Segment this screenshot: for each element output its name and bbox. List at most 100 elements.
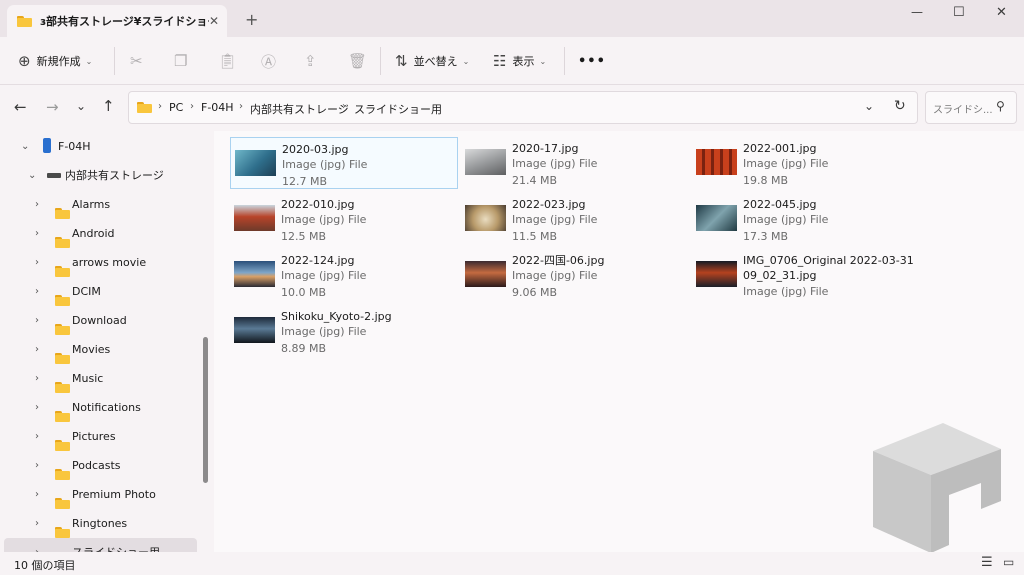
file-item[interactable]: 2022-010.jpg Image (jpg) File 12.5 MB <box>230 193 458 245</box>
copy-icon: ❐ <box>174 52 188 70</box>
image-thumbnail <box>696 261 737 287</box>
collapsed-chevron-icon[interactable]: › <box>35 373 39 384</box>
paste-button[interactable]: 📋︎ <box>218 37 237 85</box>
sidebar-item-folder[interactable]: › Alarms <box>4 190 197 219</box>
collapsed-chevron-icon[interactable]: › <box>35 402 39 413</box>
sidebar-item-folder[interactable]: › Download <box>4 306 197 335</box>
sidebar-item-label: Download <box>72 313 127 327</box>
collapsed-chevron-icon[interactable]: › <box>35 344 39 355</box>
sidebar-item-label: Pictures <box>72 429 116 443</box>
delete-button[interactable]: 🗑︎ <box>348 37 367 85</box>
file-item[interactable]: 2022-四国-06.jpg Image (jpg) File 9.06 MB <box>461 249 689 301</box>
sidebar-item-folder[interactable]: › Podcasts <box>4 451 197 480</box>
file-list: 2020-03.jpg Image (jpg) File 12.7 MB 202… <box>214 131 1024 553</box>
breadcrumb-slideshow-folder[interactable]: スライドショー用 <box>354 101 442 117</box>
address-bar[interactable]: › PC › F-04H › 内部共有ストレージ › スライドショー用 ⌄ ↻ <box>128 91 918 124</box>
title-bar: ɜ部共有ストレージ¥スライドショー用 ✕ + — ☐ ✕ <box>0 0 1024 37</box>
back-arrow-icon[interactable]: ← <box>14 100 27 115</box>
collapsed-chevron-icon[interactable]: › <box>35 489 39 500</box>
folder-icon <box>137 102 152 113</box>
sort-button[interactable]: ⇅ 並べ替え ⌄ <box>395 37 469 85</box>
status-bar: 10 個の項目 ☰ ▭ <box>0 552 1024 575</box>
view-button[interactable]: ☷ 表示 ⌄ <box>493 37 546 85</box>
sidebar-item-folder[interactable]: › arrows movie <box>4 248 197 277</box>
command-bar: ⊕ 新規作成 ⌄ ✂ ❐ 📋︎ Ⓐ ⇪ 🗑︎ ⇅ 並べ替え ⌄ ☷ 表示 ⌄ •… <box>0 37 1024 85</box>
sidebar-item-folder[interactable]: › Movies <box>4 335 197 364</box>
sidebar-item-folder[interactable]: › DCIM <box>4 277 197 306</box>
tab-close-icon[interactable]: ✕ <box>209 15 219 27</box>
file-size: 8.89 MB <box>281 342 327 355</box>
file-item[interactable]: 2022-001.jpg Image (jpg) File 19.8 MB <box>692 137 920 189</box>
details-view-icon[interactable]: ☰ <box>981 556 993 569</box>
search-icon[interactable]: ⚲ <box>996 100 1005 112</box>
maximize-button[interactable]: ☐ <box>953 6 965 19</box>
sidebar-item-folder[interactable]: › Ringtones <box>4 509 197 538</box>
recent-locations-chevron-icon[interactable]: ⌄ <box>76 100 86 112</box>
collapsed-chevron-icon[interactable]: › <box>35 460 39 471</box>
file-item[interactable]: 2020-17.jpg Image (jpg) File 21.4 MB <box>461 137 689 189</box>
forward-arrow-icon[interactable]: → <box>46 100 59 115</box>
file-name: 2022-045.jpg <box>743 198 817 211</box>
sidebar-item-label: DCIM <box>72 284 101 298</box>
file-type: Image (jpg) File <box>282 158 368 171</box>
address-history-chevron-icon[interactable]: ⌄ <box>864 100 874 112</box>
rename-button[interactable]: Ⓐ <box>261 37 276 85</box>
sidebar-item-folder[interactable]: › Premium Photo <box>4 480 197 509</box>
collapsed-chevron-icon[interactable]: › <box>35 228 39 239</box>
cut-button[interactable]: ✂ <box>130 37 143 85</box>
file-type: Image (jpg) File <box>743 213 829 226</box>
file-item[interactable]: Shikoku_Kyoto-2.jpg Image (jpg) File 8.8… <box>230 305 458 357</box>
toolbar-divider <box>114 47 115 75</box>
address-row: ← → ⌄ ↑ › PC › F-04H › 内部共有ストレージ › スライドシ… <box>0 85 1024 131</box>
breadcrumb-pc[interactable]: PC <box>169 101 183 114</box>
copy-button[interactable]: ❐ <box>174 37 187 85</box>
more-options-button[interactable]: ••• <box>578 37 606 85</box>
collapsed-chevron-icon[interactable]: › <box>35 286 39 297</box>
sidebar-scrollbar[interactable] <box>203 337 208 483</box>
file-name: 2020-03.jpg <box>282 143 349 156</box>
file-item[interactable]: 2020-03.jpg Image (jpg) File 12.7 MB <box>230 137 458 189</box>
sidebar-item-label: F-04H <box>58 139 91 153</box>
file-type: Image (jpg) File <box>743 285 829 298</box>
breadcrumb-f04h[interactable]: F-04H <box>201 101 234 114</box>
folder-icon <box>17 15 32 27</box>
tab-active[interactable]: ɜ部共有ストレージ¥スライドショー用 ✕ <box>7 5 227 37</box>
collapsed-chevron-icon[interactable]: › <box>35 257 39 268</box>
collapsed-chevron-icon[interactable]: › <box>35 431 39 442</box>
new-tab-button[interactable]: + <box>245 12 258 28</box>
file-item[interactable]: IMG_0706_Original 2022-03-31 09_02_31.jp… <box>692 249 920 301</box>
expanded-chevron-icon[interactable]: ⌄ <box>21 141 29 152</box>
sidebar-item-device[interactable]: ⌄ F-04H <box>4 132 197 160</box>
refresh-icon[interactable]: ↻ <box>894 99 906 113</box>
file-item[interactable]: 2022-023.jpg Image (jpg) File 11.5 MB <box>461 193 689 245</box>
file-item[interactable]: 2022-045.jpg Image (jpg) File 17.3 MB <box>692 193 920 245</box>
breadcrumb-internal-storage[interactable]: 内部共有ストレージ <box>250 101 349 117</box>
close-window-button[interactable]: ✕ <box>996 6 1007 19</box>
collapsed-chevron-icon[interactable]: › <box>35 199 39 210</box>
file-type: Image (jpg) File <box>512 269 598 282</box>
sidebar-item-label: スライドショー用 <box>72 544 160 552</box>
expanded-chevron-icon[interactable]: ⌄ <box>28 170 36 181</box>
sidebar-item-folder[interactable]: › Music <box>4 364 197 393</box>
collapsed-chevron-icon[interactable]: › <box>35 518 39 529</box>
sidebar-item-internal-storage[interactable]: ⌄ 内部共有ストレージ <box>4 161 197 189</box>
file-item[interactable]: 2022-124.jpg Image (jpg) File 10.0 MB <box>230 249 458 301</box>
search-box[interactable]: スライドシ... ⚲ <box>925 91 1017 124</box>
sidebar-item-folder[interactable]: › Android <box>4 219 197 248</box>
sidebar-item-label: Alarms <box>72 197 111 211</box>
rename-icon: Ⓐ <box>261 52 277 71</box>
tiles-view-icon[interactable]: ▭ <box>1003 556 1014 568</box>
collapsed-chevron-icon[interactable]: › <box>35 315 39 326</box>
new-button[interactable]: ⊕ 新規作成 ⌄ <box>18 37 92 85</box>
search-placeholder: スライドシ... <box>933 105 993 116</box>
share-button[interactable]: ⇪ <box>304 37 317 85</box>
sidebar-item-folder[interactable]: › Notifications <box>4 393 197 422</box>
image-thumbnail <box>235 150 276 176</box>
minimize-button[interactable]: — <box>911 6 923 18</box>
phone-icon <box>43 138 51 153</box>
folder-icon <box>55 294 70 306</box>
sidebar-item-folder[interactable]: › Pictures <box>4 422 197 451</box>
sidebar-item-folder-selected[interactable]: › スライドショー用 <box>4 538 197 552</box>
up-arrow-icon[interactable]: ↑ <box>102 99 115 114</box>
folder-icon <box>55 468 70 480</box>
